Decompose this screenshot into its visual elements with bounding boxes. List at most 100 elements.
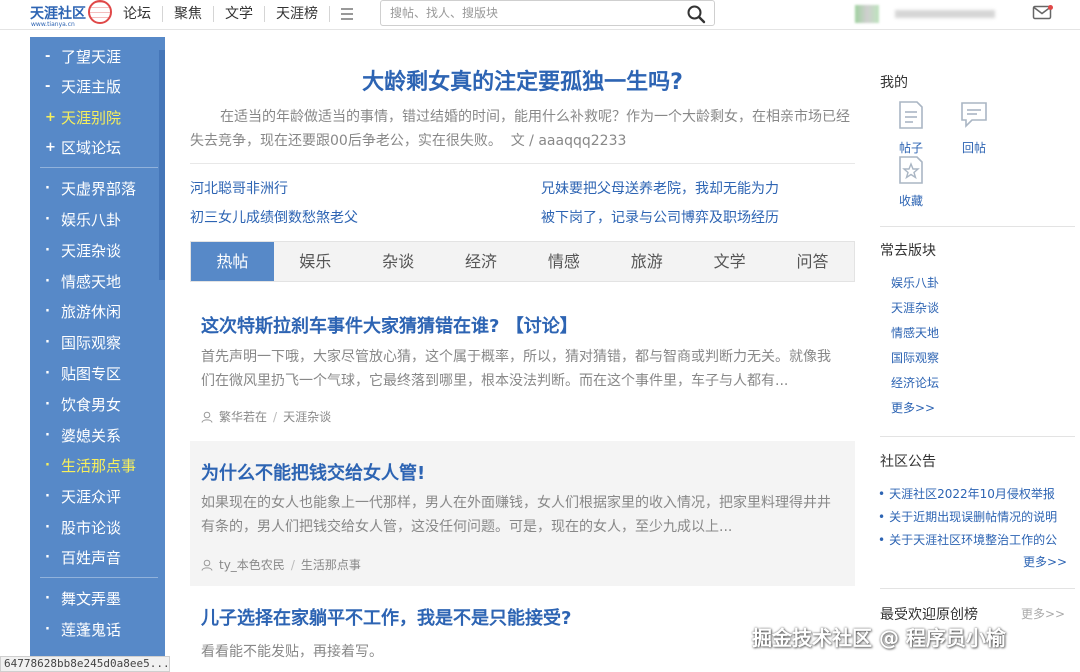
collapse-icon: -	[45, 49, 51, 64]
frequent-board-link[interactable]: 天涯杂谈	[891, 299, 939, 316]
search-icon[interactable]	[686, 4, 706, 24]
tab-travel[interactable]: 旅游	[605, 242, 688, 281]
watermark-text: 掘金技术社区 @ 程序员小榆	[752, 626, 1006, 650]
featured-headline[interactable]: 大龄剩女真的注定要孤独一生吗?	[190, 64, 855, 96]
sidebar-item-label: 股市论谈	[61, 519, 122, 537]
sidebar-item-label: 天涯杂谈	[61, 242, 122, 260]
post-excerpt: 如果现在的女人也能象上一代那样，男人在外面赚钱，女人们根据家里的收入情况，把家里…	[201, 495, 831, 535]
sidebar-item-board[interactable]: · 天涯众评	[30, 482, 158, 512]
featured-link[interactable]: 兄妹要把父母送养老院，我却无能为力	[541, 178, 779, 198]
post-excerpt: 看看能不能发贴，再接着写。	[201, 644, 383, 660]
tab-emotion[interactable]: 情感	[523, 242, 606, 281]
nav-literature[interactable]: 文学	[213, 6, 264, 22]
frequent-board-link[interactable]: 娱乐八卦	[891, 274, 939, 291]
tab-economy[interactable]: 经济	[440, 242, 523, 281]
sidebar-item-main-board[interactable]: - 天涯主版	[30, 72, 158, 102]
post-title[interactable]: 儿子选择在家躺平不工作，我是不是只能接受?	[201, 604, 571, 630]
post-board[interactable]: 生活那点事	[301, 556, 361, 573]
sidebar-item-board[interactable]: · 旅游休闲	[30, 297, 158, 327]
sidebar-item-board[interactable]: · 情感天地	[30, 267, 158, 297]
sidebar-divider	[40, 577, 158, 578]
announcement-link[interactable]: 天涯社区2022年10月侵权举报	[878, 485, 1068, 502]
top-bar: 天涯社区 www.tianya.cn 论坛 聚焦 文学 天涯榜	[0, 0, 1080, 30]
featured-link[interactable]: 被下岗了，记录与公司博弈及职场经历	[541, 207, 779, 227]
site-logo[interactable]: 天涯社区 www.tianya.cn	[30, 0, 112, 30]
logo-text: 天涯社区	[30, 6, 86, 22]
featured-link[interactable]: 初三女儿成绩倒数愁煞老父	[190, 207, 358, 227]
reply-bubble-icon[interactable]	[960, 100, 988, 130]
divider	[880, 226, 1075, 227]
sidebar-item-liaowang[interactable]: - 了望天涯	[30, 42, 158, 72]
my-replies-link[interactable]: 回帖	[954, 139, 994, 156]
sidebar-item-board[interactable]: · 国际观察	[30, 328, 158, 358]
tab-qa[interactable]: 问答	[771, 242, 854, 281]
sidebar-scrollbar[interactable]	[159, 50, 165, 280]
sidebar-item-board[interactable]: · 饮食男女	[30, 390, 158, 420]
nav-forum[interactable]: 论坛	[112, 6, 162, 22]
menu-icon[interactable]	[329, 6, 363, 22]
bullet-icon: ·	[45, 304, 50, 319]
sidebar-item-board[interactable]: · 百姓声音	[30, 543, 158, 573]
sidebar-item-label: 国际观察	[61, 334, 122, 352]
popular-original-title: 最受欢迎原创榜	[880, 607, 978, 623]
sidebar-item-board[interactable]: · 娱乐八卦	[30, 205, 158, 235]
my-posts-link[interactable]: 帖子	[891, 139, 931, 156]
sidebar-item-label: 舞文弄墨	[61, 590, 122, 608]
post-board[interactable]: 天涯杂谈	[283, 408, 331, 425]
tab-hot[interactable]: 热帖	[191, 242, 274, 281]
mail-icon[interactable]	[1032, 4, 1054, 22]
sidebar-item-board[interactable]: · 天涯杂谈	[30, 236, 158, 266]
sidebar-item-board[interactable]: · 莲蓬鬼话	[30, 615, 158, 645]
sidebar-item-board[interactable]: · 舞文弄墨	[30, 584, 158, 614]
sidebar-item-board[interactable]: · 贴图专区	[30, 359, 158, 389]
sidebar-item-board[interactable]: · 生活那点事	[30, 451, 158, 481]
nav-focus[interactable]: 聚焦	[162, 6, 213, 22]
frequent-board-link[interactable]: 国际观察	[891, 349, 939, 366]
frequent-board-link[interactable]: 经济论坛	[891, 374, 939, 391]
post-author[interactable]: ty_本色农民	[219, 556, 285, 573]
search-input[interactable]	[381, 1, 671, 25]
summary-author[interactable]: 文 / aaaqqq2233	[511, 133, 627, 149]
popular-more-link[interactable]: 更多>>	[1021, 605, 1065, 622]
sidebar-item-label: 天涯主版	[61, 78, 122, 96]
status-bar-url: 64778628bb8e245d0a8ee5...	[0, 656, 170, 672]
bullet-icon: ·	[45, 622, 50, 637]
meta-separator: /	[273, 409, 278, 424]
sidebar-item-label: 天涯众评	[61, 488, 122, 506]
announcement-link[interactable]: 关于近期出现误删帖情况的说明	[878, 508, 1068, 525]
expand-icon: +	[45, 140, 56, 155]
post-author[interactable]: 繁华若在	[219, 408, 267, 425]
tab-literature[interactable]: 文学	[688, 242, 771, 281]
featured-link[interactable]: 河北聪哥非洲行	[190, 178, 288, 198]
post-title[interactable]: 这次特斯拉刹车事件大家猜猜错在谁? 【讨论】	[201, 312, 578, 338]
sidebar-item-bieyuan[interactable]: + 天涯别院	[30, 103, 158, 133]
announcements-more-link[interactable]: 更多>>	[1023, 553, 1067, 570]
post-doc-icon[interactable]	[897, 100, 925, 130]
sidebar-item-board[interactable]: · 天虚界部落	[30, 174, 158, 204]
bullet-icon: ·	[45, 366, 50, 381]
sidebar-item-label: 了望天涯	[61, 48, 122, 66]
bullet-icon: ·	[45, 591, 50, 606]
divider	[880, 588, 1075, 589]
frequent-more-link[interactable]: 更多>>	[891, 399, 935, 416]
expand-icon: +	[45, 110, 56, 125]
announcement-link[interactable]: 关于天涯社区环境整治工作的公	[878, 531, 1068, 548]
sidebar-item-board[interactable]: · 婆媳关系	[30, 421, 158, 451]
bullet-icon: ·	[45, 428, 50, 443]
favorite-star-icon[interactable]	[897, 155, 925, 185]
post-title[interactable]: 为什么不能把钱交给女人管!	[201, 459, 425, 485]
user-account-blurred[interactable]	[855, 5, 995, 23]
nav-ranking[interactable]: 天涯榜	[264, 6, 329, 22]
bullet-icon: ·	[45, 181, 50, 196]
sidebar-item-label: 天涯别院	[61, 109, 122, 127]
tab-misc[interactable]: 杂谈	[357, 242, 440, 281]
sidebar-item-board[interactable]: · 股市论谈	[30, 513, 158, 543]
frequent-board-link[interactable]: 情感天地	[891, 324, 939, 341]
divider	[880, 436, 1075, 437]
bullet-icon: ·	[45, 458, 50, 473]
tab-entertainment[interactable]: 娱乐	[274, 242, 357, 281]
bullet-icon: ·	[45, 520, 50, 535]
sidebar-item-regional[interactable]: + 区域论坛	[30, 133, 158, 163]
bullet-icon: ·	[45, 550, 50, 565]
my-favorites-link[interactable]: 收藏	[891, 192, 931, 209]
